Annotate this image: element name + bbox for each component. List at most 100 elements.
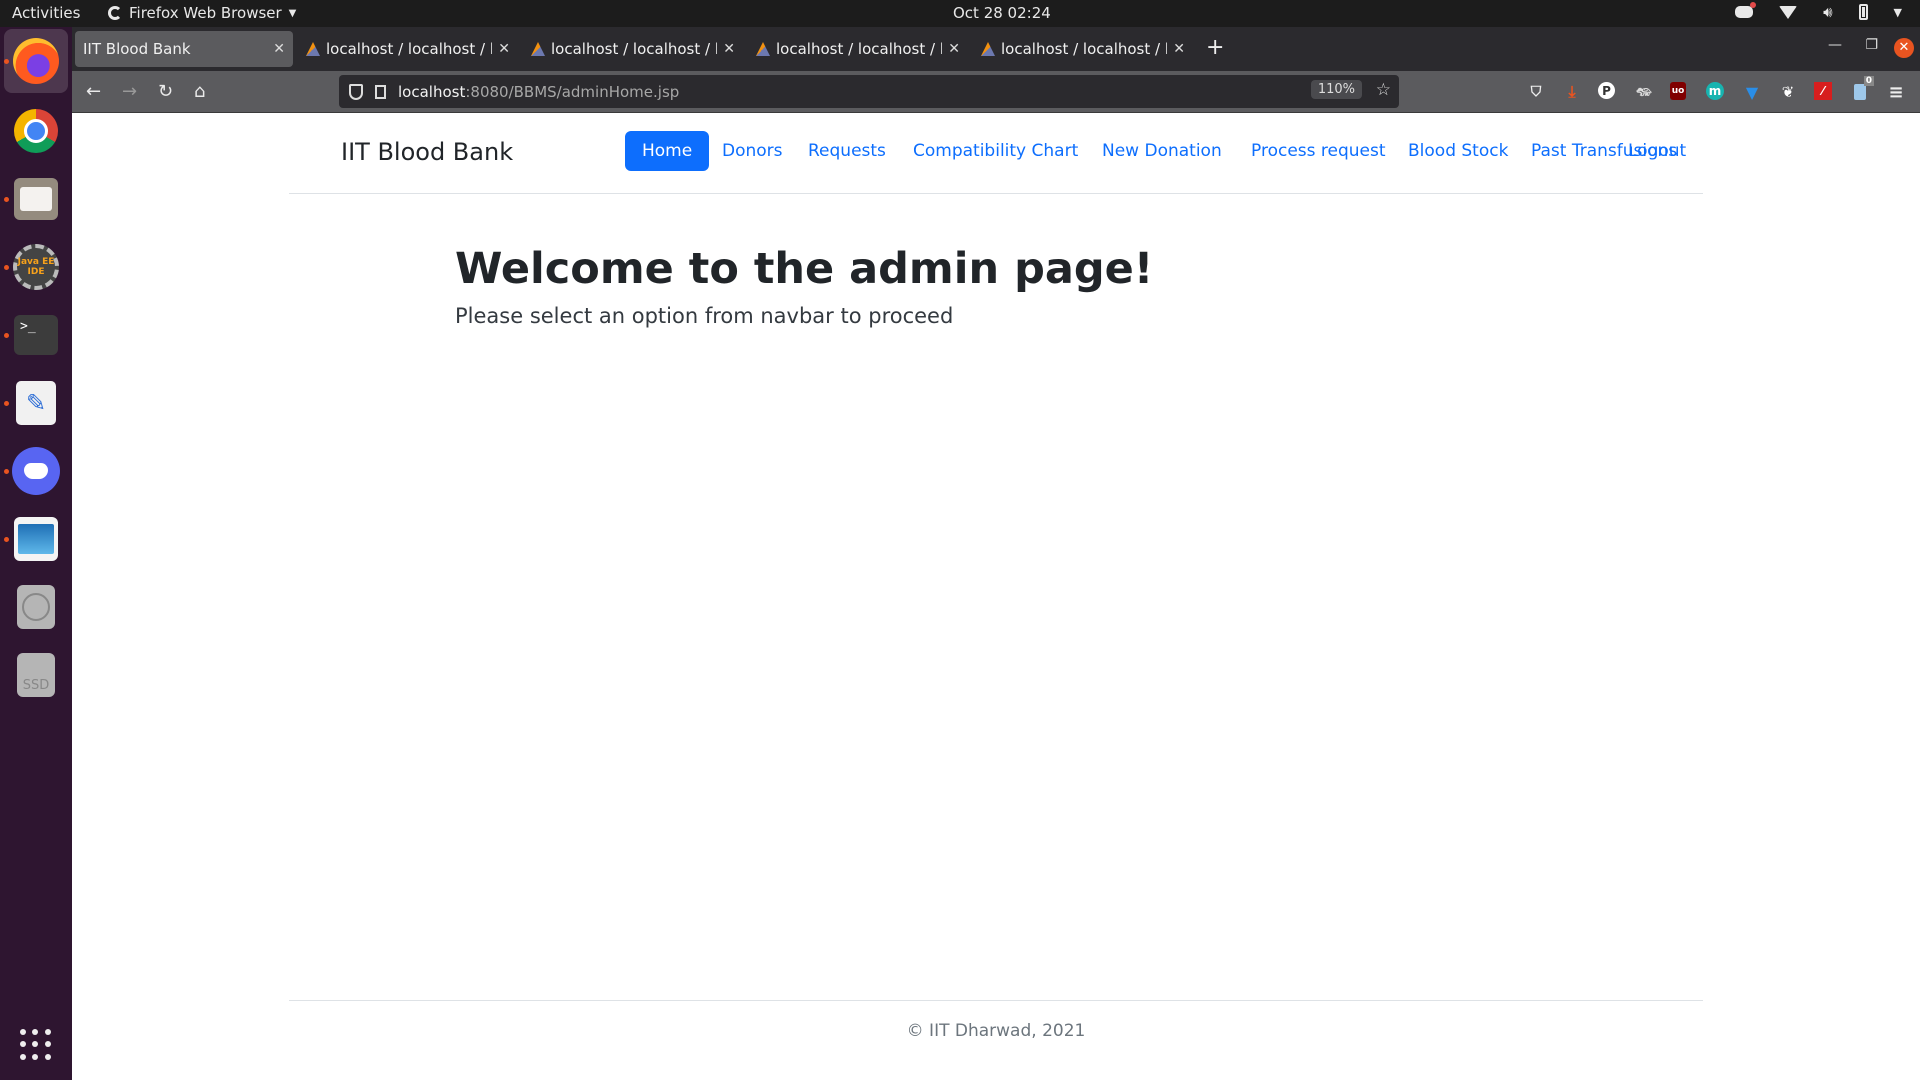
dock-discord[interactable]	[12, 447, 60, 495]
nav-donors[interactable]: Donors	[722, 141, 783, 161]
tab-localhost[interactable]: localhost / localhost / blo ✕	[298, 31, 518, 67]
discord-tray-icon[interactable]	[1735, 2, 1757, 18]
image-viewer-icon	[14, 517, 58, 561]
battery-icon[interactable]	[1858, 4, 1868, 20]
nav-compatibility-chart[interactable]: Compatibility Chart	[913, 141, 1078, 161]
tab-title: localhost / localhost / blo	[776, 40, 942, 58]
files-icon	[14, 178, 58, 220]
firefox-window: IIT Blood Bank ✕ localhost / localhost /…	[72, 27, 1920, 1080]
close-tab-icon[interactable]: ✕	[1173, 41, 1185, 57]
system-tray[interactable]: 🔊︎ ▼	[1735, 2, 1902, 21]
nav-blood-stock[interactable]: Blood Stock	[1408, 141, 1508, 161]
url-path: :8080/BBMS/adminHome.jsp	[465, 82, 680, 101]
running-indicator	[4, 265, 9, 270]
dock-text-editor[interactable]: ✎	[12, 379, 60, 427]
extensions-counter-icon[interactable]: 0	[1850, 76, 1874, 102]
maximize-button[interactable]: ❐	[1865, 37, 1878, 53]
close-tab-icon[interactable]: ✕	[948, 41, 960, 57]
downloads-icon[interactable]: ⤓	[1562, 82, 1582, 102]
tray-menu-caret-icon[interactable]: ▼	[1894, 6, 1902, 19]
running-indicator	[4, 333, 9, 338]
dock-firefox[interactable]	[4, 29, 68, 93]
text-editor-icon: ✎	[16, 381, 56, 425]
firefox-icon	[13, 38, 59, 84]
tab-title: localhost / localhost / blo	[326, 40, 492, 58]
nav-process-request[interactable]: Process request	[1251, 141, 1386, 161]
new-tab-button[interactable]: +	[1206, 35, 1224, 60]
tab-localhost[interactable]: localhost / localhost / blo ✕	[523, 31, 743, 67]
close-tab-icon[interactable]: ✕	[723, 41, 735, 57]
app-menu[interactable]: Firefox Web Browser ▼	[108, 4, 296, 22]
phpmyadmin-icon	[756, 42, 770, 56]
tab-localhost[interactable]: localhost / localhost / blo ✕	[748, 31, 968, 67]
extension-m-icon[interactable]: m	[1706, 82, 1724, 100]
bookmark-star-icon[interactable]: ☆	[1376, 80, 1391, 100]
back-button[interactable]: ←	[86, 81, 101, 102]
nav-requests[interactable]: Requests	[808, 141, 886, 161]
phpmyadmin-icon	[531, 42, 545, 56]
page-content: IIT Blood Bank Home Donors Requests Comp…	[72, 114, 1920, 1080]
url-host: localhost	[398, 82, 466, 101]
dock: Java EE IDE >_ ✎ SSD	[0, 27, 72, 1080]
running-indicator	[4, 59, 9, 64]
dock-java-ee-ide[interactable]: Java EE IDE	[12, 243, 60, 291]
volume-icon[interactable]: 🔊︎	[1823, 3, 1832, 21]
dock-image-viewer[interactable]	[12, 515, 60, 563]
page-info-icon[interactable]	[375, 84, 386, 99]
site-footer: © IIT Dharwad, 2021	[289, 1000, 1703, 1041]
site-brand[interactable]: IIT Blood Bank	[341, 138, 513, 166]
tab-localhost[interactable]: localhost / localhost / blo ✕	[973, 31, 1193, 67]
phpmyadmin-icon	[306, 42, 320, 56]
tab-iit-blood-bank[interactable]: IIT Blood Bank ✕	[75, 31, 293, 67]
extension-diamond-icon[interactable]: ▼	[1742, 82, 1762, 102]
close-tab-icon[interactable]: ✕	[498, 41, 510, 57]
wifi-icon[interactable]	[1779, 5, 1798, 19]
close-tab-icon[interactable]: ✕	[273, 41, 285, 57]
activities-button[interactable]: Activities	[12, 4, 80, 22]
welcome-section: Welcome to the admin page! Please select…	[455, 244, 1153, 328]
running-indicator	[4, 537, 9, 542]
forward-button[interactable]: →	[122, 81, 137, 102]
site-header: IIT Blood Bank Home Donors Requests Comp…	[289, 114, 1703, 194]
extension-badger-icon[interactable]: 🦡︎	[1634, 82, 1654, 102]
pocket-icon[interactable]: ⛉	[1526, 82, 1546, 102]
hamburger-menu-icon[interactable]: ≡	[1886, 82, 1906, 103]
dock-disc[interactable]	[12, 583, 60, 631]
clock[interactable]: Oct 28 02:24	[953, 4, 1051, 22]
tab-title: IIT Blood Bank	[83, 40, 191, 58]
dock-chrome[interactable]	[12, 107, 60, 155]
nav-logout[interactable]: Logout	[1628, 141, 1686, 161]
page-title: Welcome to the admin page!	[455, 244, 1154, 294]
ublock-origin-icon[interactable]: uo	[1670, 82, 1686, 100]
close-window-button[interactable]: ✕	[1894, 38, 1914, 58]
disc-icon	[17, 585, 55, 629]
tracking-protection-icon[interactable]	[349, 83, 363, 100]
reload-button[interactable]: ↻	[158, 81, 173, 102]
nav-home[interactable]: Home	[625, 131, 710, 171]
caret-down-icon: ▼	[288, 7, 297, 19]
tab-title: localhost / localhost / blo	[551, 40, 717, 58]
tab-title: localhost / localhost / blo	[1001, 40, 1167, 58]
nav-new-donation[interactable]: New Donation	[1102, 141, 1222, 161]
navigation-toolbar: ← → ↻ ⌂ localhost:8080/BBMS/adminHome.js…	[72, 71, 1920, 113]
extension-footprint-icon[interactable]: ❦	[1778, 82, 1798, 102]
running-indicator	[4, 469, 9, 474]
zoom-level-button[interactable]: 110%	[1310, 80, 1362, 99]
phpmyadmin-icon	[981, 42, 995, 56]
ssd-drive-icon: SSD	[17, 653, 55, 697]
minimize-button[interactable]: —	[1828, 37, 1842, 53]
terminal-icon: >_	[14, 315, 58, 355]
dock-terminal[interactable]: >_	[12, 311, 60, 359]
extension-p-icon[interactable]: P	[1598, 82, 1615, 99]
tab-bar: IIT Blood Bank ✕ localhost / localhost /…	[72, 27, 1920, 71]
home-button[interactable]: ⌂	[194, 81, 205, 102]
show-applications-icon[interactable]	[20, 1029, 52, 1061]
dock-ssd[interactable]: SSD	[12, 651, 60, 699]
extension-wand-icon[interactable]: ⁄	[1814, 82, 1832, 100]
dock-files[interactable]	[12, 175, 60, 223]
system-top-bar: Activities Firefox Web Browser ▼ Oct 28 …	[0, 0, 1920, 27]
url-bar[interactable]: localhost:8080/BBMS/adminHome.jsp 110% ☆	[339, 75, 1399, 108]
firefox-icon	[108, 6, 122, 20]
extensions-badge: 0	[1863, 76, 1874, 86]
page-subtitle: Please select an option from navbar to p…	[455, 304, 954, 328]
